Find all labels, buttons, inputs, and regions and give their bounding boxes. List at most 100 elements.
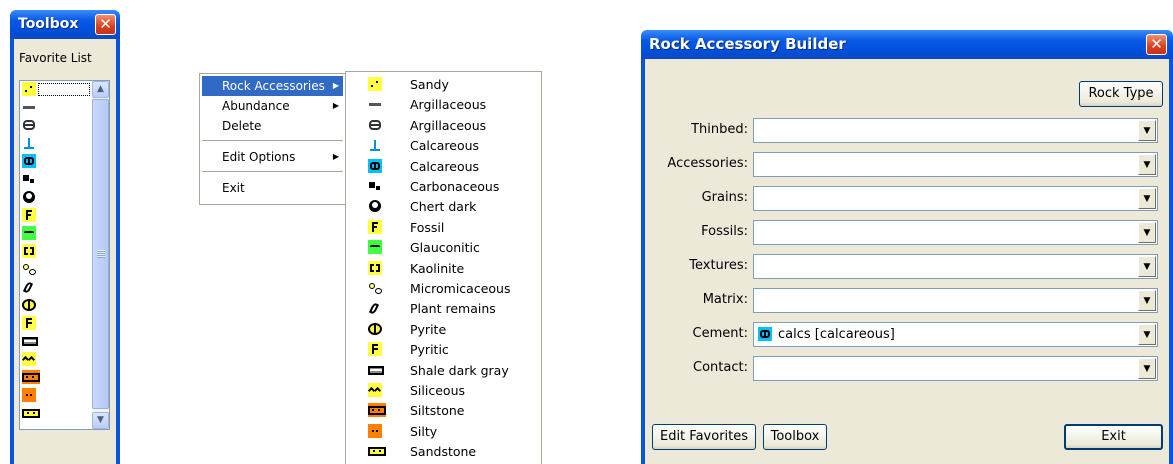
builder-close-button[interactable]: ✕	[1146, 34, 1167, 55]
field-label: Textures:	[689, 258, 748, 273]
calcareous-alt-icon	[758, 327, 772, 341]
calcareous-alt-icon	[22, 154, 36, 168]
submenu-item[interactable]: Siliceous	[346, 380, 541, 400]
pyrite-icon	[22, 298, 36, 312]
siltstone-icon	[22, 370, 40, 384]
dropdown-arrow-button[interactable]: ▼	[1138, 120, 1156, 141]
field-combobox[interactable]: ▼	[753, 356, 1158, 381]
icon-glyph	[30, 179, 34, 183]
submenu-item[interactable]: Sandstone	[346, 441, 541, 461]
submenu-item[interactable]: Kaolinite	[346, 258, 541, 278]
scroll-up-button[interactable]: ▲	[92, 81, 109, 98]
field-combobox[interactable]: ▼	[753, 186, 1158, 211]
toolbox-button[interactable]: Toolbox	[763, 424, 827, 450]
submenu-item-label: Argillaceous	[410, 97, 487, 113]
pyrite-icon	[368, 322, 382, 336]
icon-glyph	[376, 263, 380, 272]
argillaceous-icon	[368, 97, 382, 111]
dropdown-arrow-button[interactable]: ▼	[1138, 290, 1156, 311]
menu-item-rock-accessories[interactable]: Rock Accessories ▶	[202, 76, 343, 96]
submenu-item[interactable]: Glauconitic	[346, 237, 541, 257]
submenu-item[interactable]: Argillaceous	[346, 94, 541, 114]
icon-glyph	[28, 299, 30, 311]
submenu-item[interactable]: Pyritic	[346, 339, 541, 359]
submenu-item[interactable]: Calcareous	[346, 156, 541, 176]
calcareous-icon	[368, 138, 382, 152]
favorite-list[interactable]: ▲ ▼	[19, 80, 110, 430]
menu-item-exit[interactable]: Exit	[202, 178, 343, 198]
icon-glyph	[371, 85, 373, 87]
menu-item-label: Edit Options	[222, 150, 296, 164]
scroll-grip	[97, 250, 105, 258]
submenu-item[interactable]: Plant remains	[346, 298, 541, 318]
submenu-item[interactable]: Calcareous	[346, 135, 541, 155]
shale-dark-gray-icon	[368, 363, 384, 377]
builder-titlebar[interactable]: Rock Accessory Builder ✕	[641, 30, 1173, 59]
field-combobox[interactable]: ▼	[753, 288, 1158, 313]
chert-dark-icon	[368, 199, 382, 213]
icon-glyph	[372, 409, 374, 412]
plant-remains-icon	[368, 301, 382, 316]
dropdown-arrow-button[interactable]: ▼	[1138, 256, 1156, 277]
icon-glyph	[22, 409, 40, 418]
submenu-item[interactable]: Siltstone	[346, 400, 541, 420]
dropdown-arrow-button[interactable]: ▼	[1138, 324, 1156, 345]
icon-glyph	[24, 247, 28, 255]
field-combobox[interactable]: ▼	[753, 220, 1158, 245]
favorite-list-scrollbar[interactable]: ▲ ▼	[92, 81, 109, 429]
icon-glyph	[374, 322, 376, 335]
rock-type-button[interactable]: Rock Type	[1079, 81, 1163, 107]
icon-glyph	[24, 340, 36, 342]
submenu-item[interactable]: Pyrite	[346, 319, 541, 339]
menu-item-delete[interactable]: Delete	[202, 116, 343, 136]
submenu-item[interactable]: Fossil	[346, 217, 541, 237]
submenu-item-label: Glauconitic	[410, 240, 480, 256]
submenu-item[interactable]: Sandy	[346, 74, 541, 94]
dropdown-arrow-button[interactable]: ▼	[1138, 188, 1156, 209]
icon-glyph	[372, 344, 374, 355]
icon-glyph	[370, 245, 380, 249]
favorite-icon-column	[21, 82, 40, 424]
argillaceous-icon	[22, 100, 36, 114]
submenu-item[interactable]: Micromicaceous	[346, 278, 541, 298]
argillaceous-alt-icon	[22, 118, 36, 132]
field-combobox[interactable]: calcs [calcareous] ▼	[753, 322, 1158, 347]
menu-item-label: Rock Accessories	[222, 79, 325, 93]
submenu-item-label: Plant remains	[410, 301, 496, 317]
builder-body: Rock Type Thinbed: ▼ Accessories: ▼ Grains: ▼…	[645, 59, 1169, 464]
chert-dark-icon	[22, 190, 36, 204]
edit-favorites-button[interactable]: Edit Favorites	[652, 424, 756, 450]
siliceous-icon	[21, 352, 36, 366]
field-label: Cement:	[692, 326, 748, 341]
scroll-down-button[interactable]: ▼	[92, 412, 109, 429]
toolbox-titlebar[interactable]: Toolbox ✕	[10, 10, 120, 39]
submenu-arrow-icon: ▶	[332, 101, 339, 110]
submenu-item-label: Siliceous	[410, 383, 465, 398]
dropdown-arrow-button[interactable]: ▼	[1138, 154, 1156, 175]
submenu-item[interactable]: Silty	[346, 421, 541, 441]
field-combobox[interactable]: ▼	[753, 118, 1158, 143]
dropdown-arrow-button[interactable]: ▼	[1138, 358, 1156, 379]
scroll-thumb[interactable]	[92, 99, 109, 409]
submenu-item[interactable]: Shale dark gray	[346, 360, 541, 380]
submenu-item[interactable]: Chert dark	[346, 196, 541, 216]
menu-item-abundance[interactable]: Abundance ▶	[202, 96, 343, 116]
icon-glyph	[23, 264, 29, 270]
field-combobox[interactable]: ▼	[753, 152, 1158, 177]
menu-item-edit-options[interactable]: Edit Options ▶	[202, 147, 343, 167]
toolbox-close-button[interactable]: ✕	[95, 14, 116, 35]
field-label: Fossils:	[701, 224, 748, 239]
icon-glyph	[370, 368, 382, 371]
dropdown-arrow-button[interactable]: ▼	[1138, 222, 1156, 243]
submenu-item-label: Fossil	[410, 219, 445, 235]
submenu-item[interactable]: Carbonaceous	[346, 176, 541, 196]
field-combobox[interactable]: ▼	[753, 254, 1158, 279]
submenu-item-label: Kaolinite	[410, 260, 465, 276]
submenu-item[interactable]: Argillaceous	[346, 115, 541, 135]
submenu-item-label: Argillaceous	[410, 117, 487, 133]
pyritic-icon	[368, 342, 382, 357]
exit-button[interactable]: Exit	[1064, 424, 1163, 450]
glauconitic-icon	[22, 226, 36, 240]
icon-glyph	[24, 231, 34, 235]
icon-glyph	[22, 373, 40, 382]
